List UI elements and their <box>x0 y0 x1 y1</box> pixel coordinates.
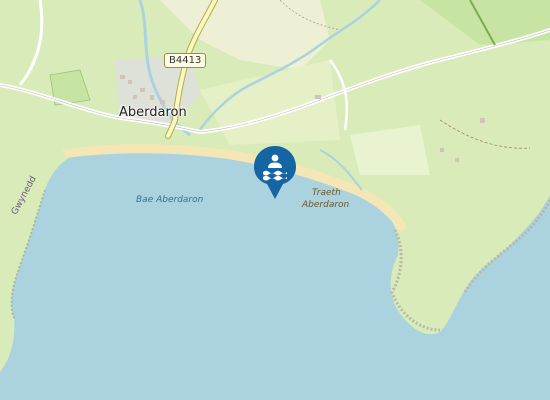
beach-label-line1: Traeth <box>312 188 341 198</box>
swimming-marker[interactable] <box>254 146 296 200</box>
map-canvas[interactable]: Aberdaron B4413 Bae Aberdaron Traeth Abe… <box>0 0 550 400</box>
bay-label: Bae Aberdaron <box>136 195 204 205</box>
beach-label-line2: Aberdaron <box>302 200 350 210</box>
map-pin-icon <box>254 146 296 199</box>
road-shield: B4413 <box>164 53 207 68</box>
town-label: Aberdaron <box>119 105 187 120</box>
